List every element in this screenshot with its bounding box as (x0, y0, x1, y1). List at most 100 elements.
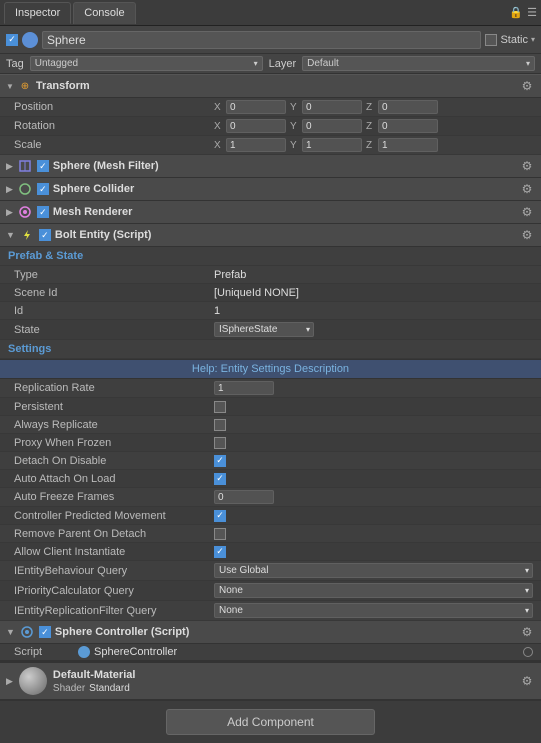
setting-dropdown[interactable]: Use Global (214, 563, 533, 578)
pos-z-coord: Z (366, 100, 438, 114)
tag-dropdown[interactable]: Untagged (30, 56, 263, 71)
sphere-collider-header[interactable]: ▶ Sphere Collider ⚙ (0, 178, 541, 201)
mesh-renderer-header[interactable]: ▶ Mesh Renderer ⚙ (0, 201, 541, 224)
bolt-entity-toggle[interactable] (39, 229, 51, 241)
tab-console[interactable]: Console (73, 2, 135, 24)
mesh-filter-toggle[interactable] (37, 160, 49, 172)
mesh-renderer-gear[interactable]: ⚙ (519, 204, 535, 220)
scale-x-coord: X (214, 138, 286, 152)
setting-checkbox[interactable] (214, 401, 226, 413)
static-checkbox[interactable] (485, 34, 497, 46)
transform-section-header[interactable]: ▼ ⊕ Transform ⚙ (0, 74, 541, 98)
layer-label: Layer (269, 58, 297, 70)
setting-checkbox[interactable] (214, 419, 226, 431)
setting-value: None (214, 603, 533, 618)
sphere-collider-gear[interactable]: ⚙ (519, 181, 535, 197)
scale-value: X Y Z (214, 138, 533, 152)
setting-value (214, 510, 533, 522)
setting-text-input[interactable] (214, 490, 274, 504)
setting-label: IPriorityCalculator Query (14, 585, 214, 597)
script-label: Script (14, 646, 74, 658)
menu-icon[interactable]: ☰ (527, 6, 537, 19)
setting-label: Detach On Disable (14, 455, 214, 467)
setting-row: IPriorityCalculator QueryNone (0, 581, 541, 601)
bolt-entity-gear[interactable]: ⚙ (519, 227, 535, 243)
setting-value (214, 490, 533, 504)
pos-y-input[interactable] (302, 100, 362, 114)
setting-checkbox[interactable] (214, 546, 226, 558)
script-target-indicator[interactable] (523, 647, 533, 657)
pos-y-coord: Y (290, 100, 362, 114)
setting-checkbox[interactable] (214, 473, 226, 485)
sphere-ctrl-toggle[interactable] (39, 626, 51, 638)
rot-z-input[interactable] (378, 119, 438, 133)
setting-checkbox[interactable] (214, 437, 226, 449)
rotation-label: Rotation (14, 120, 214, 132)
mesh-filter-gear[interactable]: ⚙ (519, 158, 535, 174)
setting-row: Replication Rate (0, 379, 541, 398)
setting-label: Controller Predicted Movement (14, 510, 214, 522)
rotation-value: X Y Z (214, 119, 533, 133)
add-component-button[interactable]: Add Component (166, 709, 375, 735)
active-toggle[interactable] (6, 34, 18, 46)
scale-y-coord: Y (290, 138, 362, 152)
scene-id-value: [UniqueId NONE] (214, 287, 299, 299)
rot-y-input[interactable] (302, 119, 362, 133)
pos-x-input[interactable] (226, 100, 286, 114)
transform-expand-arrow: ▼ (6, 82, 14, 91)
bolt-entity-header[interactable]: ▼ Bolt Entity (Script) ⚙ (0, 224, 541, 247)
setting-text-input[interactable] (214, 381, 274, 395)
setting-label: Auto Freeze Frames (14, 491, 214, 503)
bolt-entity-expand: ▼ (6, 230, 15, 240)
sphere-ctrl-gear[interactable]: ⚙ (519, 624, 535, 640)
script-file-icon (78, 646, 90, 658)
setting-label: Persistent (14, 401, 214, 413)
mesh-filter-title: Sphere (Mesh Filter) (53, 160, 515, 172)
setting-checkbox[interactable] (214, 510, 226, 522)
tab-inspector[interactable]: Inspector (4, 2, 71, 24)
setting-dropdown[interactable]: None (214, 583, 533, 598)
material-shader-value: Standard (89, 683, 130, 694)
scale-z-input[interactable] (378, 138, 438, 152)
sphere-controller-header[interactable]: ▼ Sphere Controller (Script) ⚙ (0, 621, 541, 644)
console-tab-label: Console (84, 7, 124, 19)
material-expand: ▶ (6, 676, 13, 687)
state-dropdown[interactable]: ISphereState (214, 322, 314, 337)
sphere-ctrl-title: Sphere Controller (Script) (55, 626, 515, 638)
material-gear[interactable]: ⚙ (519, 673, 535, 689)
material-shader-label: Shader (53, 683, 85, 694)
setting-label: Auto Attach On Load (14, 473, 214, 485)
material-section-header[interactable]: ▶ Default-Material Shader Standard ⚙ (0, 661, 541, 700)
setting-dropdown[interactable]: None (214, 603, 533, 618)
pos-z-input[interactable] (378, 100, 438, 114)
rot-y-coord: Y (290, 119, 362, 133)
scale-y-input[interactable] (302, 138, 362, 152)
help-bar: Help: Entity Settings Description (0, 359, 541, 379)
type-value: Prefab (214, 269, 246, 281)
tab-actions: 🔒 ☰ (509, 6, 537, 19)
mesh-filter-header[interactable]: ▶ Sphere (Mesh Filter) ⚙ (0, 155, 541, 178)
material-preview (19, 667, 47, 695)
scale-label: Scale (14, 139, 214, 151)
setting-row: Auto Freeze Frames (0, 488, 541, 507)
setting-row: Proxy When Frozen (0, 434, 541, 452)
mesh-renderer-title: Mesh Renderer (53, 206, 515, 218)
scale-row: Scale X Y Z (0, 136, 541, 155)
id-value: 1 (214, 305, 220, 317)
static-label: Static (500, 34, 528, 46)
setting-checkbox[interactable] (214, 455, 226, 467)
scale-x-input[interactable] (226, 138, 286, 152)
static-dropdown-arrow[interactable]: ▾ (531, 35, 535, 44)
mesh-renderer-toggle[interactable] (37, 206, 49, 218)
static-section: Static ▾ (485, 34, 535, 46)
lock-icon[interactable]: 🔒 (509, 6, 523, 19)
setting-value: None (214, 583, 533, 598)
state-label: State (14, 324, 214, 336)
sphere-collider-toggle[interactable] (37, 183, 49, 195)
transform-gear[interactable]: ⚙ (519, 78, 535, 94)
rot-x-input[interactable] (226, 119, 286, 133)
layer-dropdown[interactable]: Default (302, 56, 535, 71)
setting-checkbox[interactable] (214, 528, 226, 540)
setting-row: Allow Client Instantiate (0, 543, 541, 561)
object-name-input[interactable] (42, 31, 481, 49)
